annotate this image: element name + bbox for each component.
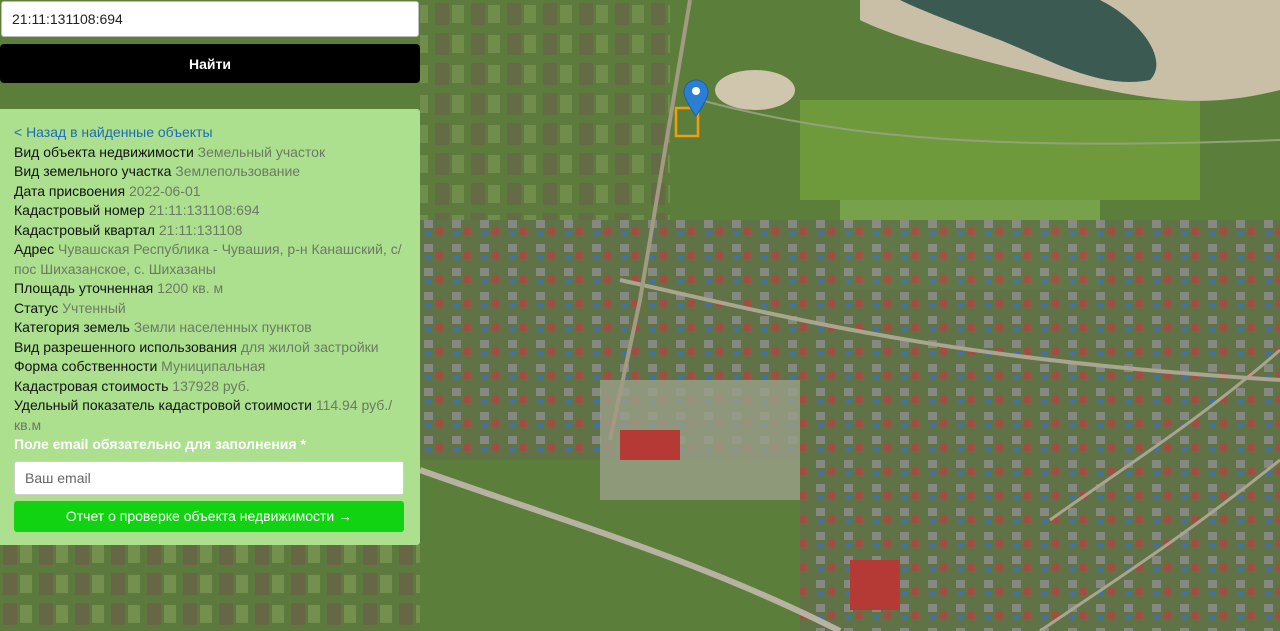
- info-label: Статус: [14, 299, 59, 316]
- info-row-permitted-use: Вид разрешенного использования для жилой…: [14, 338, 406, 358]
- info-row-cadastral-quarter: Кадастровый квартал 21:11:131108: [14, 221, 406, 241]
- info-value: Земли населенных пунктов: [133, 319, 312, 335]
- info-value: Чувашская Республика - Чувашия, р-н Кана…: [14, 241, 402, 277]
- info-label: Кадастровый квартал: [14, 221, 155, 238]
- search-button[interactable]: Найти: [0, 44, 420, 83]
- email-required-notice: Поле email обязательно для заполнения *: [14, 436, 306, 452]
- info-row-object-type: Вид объекта недвижимости Земельный участ…: [14, 143, 406, 163]
- info-label: Категория земель: [14, 319, 130, 335]
- info-value: 21:11:131108: [158, 221, 243, 238]
- info-row-area: Площадь уточненная 1200 кв. м: [14, 279, 406, 299]
- object-info-panel: < Назад в найденные объекты Вид объекта …: [0, 109, 420, 545]
- info-value: Муниципальная: [161, 358, 266, 374]
- info-row-cadastral-number: Кадастровый номер 21:11:131108:694: [14, 201, 406, 221]
- info-row-status: Статус Учтенный: [14, 299, 406, 319]
- info-value: 1200 кв. м: [157, 280, 224, 296]
- info-label: Дата присвоения: [14, 182, 126, 199]
- info-value: Учтенный: [62, 299, 126, 316]
- email-input[interactable]: [14, 460, 404, 495]
- info-row-land-category: Категория земель Земли населенных пункто…: [14, 318, 406, 338]
- info-row-assign-date: Дата присвоения 2022-06-01: [14, 182, 406, 202]
- info-row-land-type: Вид земельного участка Землепользование: [14, 162, 406, 182]
- info-row-address: Адрес Чувашская Республика - Чувашия, р-…: [14, 240, 406, 279]
- cadastral-search-input[interactable]: [1, 1, 419, 37]
- info-row-ownership: Форма собственности Муниципальная: [14, 357, 406, 377]
- info-row-cadastral-value: Кадастровая стоимость 137928 руб.: [14, 377, 406, 397]
- info-row-specific-value: Удельный показатель кадастровой стоимост…: [14, 396, 406, 435]
- property-report-button[interactable]: Отчет о проверке объекта недвижимости →: [14, 500, 404, 532]
- info-value: Земельный участок: [197, 143, 326, 160]
- back-to-results-link[interactable]: < Назад в найденные объекты: [14, 123, 406, 143]
- info-label: Вид разрешенного использования: [14, 338, 237, 355]
- info-value: Землепользование: [175, 163, 301, 179]
- info-value: 2022-06-01: [128, 182, 201, 199]
- info-label: Вид объекта недвижимости: [14, 143, 194, 160]
- info-label: Вид земельного участка: [14, 163, 172, 179]
- info-label: Форма собственности: [14, 358, 158, 374]
- info-label: Кадастровая стоимость: [14, 377, 169, 394]
- info-label: Адрес: [14, 241, 55, 257]
- info-label: Кадастровый номер: [14, 202, 145, 218]
- info-value: 21:11:131108:694: [148, 202, 260, 218]
- info-value: для жилой застройки: [240, 338, 379, 355]
- info-label: Удельный показатель кадастровой стоимост…: [14, 397, 312, 413]
- info-value: 137928 руб.: [172, 377, 250, 394]
- info-label: Площадь уточненная: [14, 280, 154, 296]
